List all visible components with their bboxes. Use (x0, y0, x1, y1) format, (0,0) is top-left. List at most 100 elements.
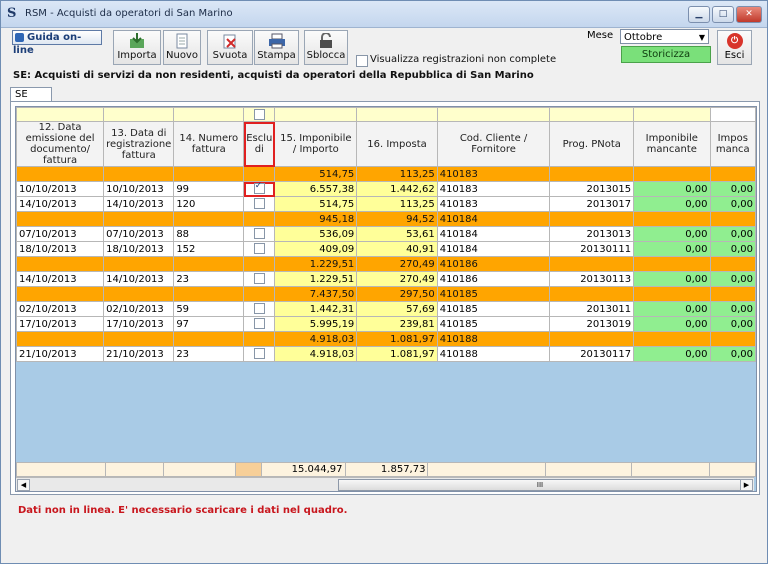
codice-cell[interactable]: 410186 (436, 271, 551, 287)
table-row[interactable]: 17/10/2013 17/10/2013 97 5.995,19 239,81 4101… (16, 316, 756, 332)
imponibile-mancante-cell[interactable]: 0,00 (633, 346, 711, 362)
table-row[interactable]: 18/10/2013 18/10/2013 152 409,09 40,91 410184… (16, 241, 756, 257)
group-row[interactable]: 4.918,03 1.081,97 410188 (16, 331, 756, 347)
numero-fattura-cell[interactable]: 152 (173, 241, 245, 257)
data-emissione-cell[interactable]: 14/10/2013 (16, 271, 105, 287)
pnota-cell[interactable]: 2013013 (549, 226, 635, 242)
data-registrazione-cell[interactable]: 14/10/2013 (103, 271, 175, 287)
imposta-mancante-cell[interactable]: 0,00 (709, 226, 756, 242)
data-emissione-cell[interactable]: 14/10/2013 (16, 196, 105, 212)
imponibile-mancante-cell[interactable]: 0,00 (633, 301, 711, 317)
filter-cell[interactable] (356, 107, 438, 122)
filter-cell[interactable] (274, 107, 358, 122)
table-row[interactable]: 14/10/2013 14/10/2013 120 514,75 113,25 41018… (16, 196, 756, 212)
data-emissione-cell[interactable]: 02/10/2013 (16, 301, 105, 317)
filter-cell[interactable] (549, 107, 635, 122)
numero-fattura-cell[interactable]: 88 (173, 226, 245, 242)
imponibile-cell[interactable]: 536,09 (274, 226, 358, 242)
filter-cell[interactable] (16, 107, 105, 122)
exclude-checkbox[interactable] (253, 348, 265, 360)
exclude-cell[interactable] (243, 271, 276, 287)
data-emissione-cell[interactable]: 21/10/2013 (16, 346, 105, 362)
scroll-left-arrow-icon[interactable]: ◀ (17, 479, 30, 491)
data-registrazione-cell[interactable]: 14/10/2013 (103, 196, 175, 212)
data-registrazione-cell[interactable]: 10/10/2013 (103, 181, 175, 197)
imponibile-cell[interactable]: 5.995,19 (274, 316, 358, 332)
close-button[interactable]: ✕ (736, 6, 762, 23)
codice-cell[interactable]: 410185 (436, 301, 551, 317)
exclude-checkbox[interactable] (253, 273, 265, 285)
exclude-cell[interactable] (243, 241, 276, 257)
codice-cell[interactable]: 410188 (436, 346, 551, 362)
table-row[interactable]: 14/10/2013 14/10/2013 23 1.229,51 270,49 4101… (16, 271, 756, 287)
group-row[interactable]: 1.229,51 270,49 410186 (16, 256, 756, 272)
imponibile-cell[interactable]: 1.229,51 (274, 271, 358, 287)
imponibile-cell[interactable]: 409,09 (274, 241, 358, 257)
codice-cell[interactable]: 410183 (436, 196, 551, 212)
exit-button[interactable]: ⏻ Esci (717, 30, 752, 65)
imponibile-mancante-cell[interactable]: 0,00 (633, 226, 711, 242)
pnota-cell[interactable]: 2013019 (549, 316, 635, 332)
imponibile-mancante-cell[interactable]: 0,00 (633, 181, 711, 197)
codice-cell[interactable]: 410184 (436, 241, 551, 257)
numero-fattura-cell[interactable]: 120 (173, 196, 245, 212)
clear-button[interactable]: Svuota (207, 30, 253, 65)
imponibile-cell[interactable]: 1.442,31 (274, 301, 358, 317)
group-row[interactable]: 945,18 94,52 410184 (16, 211, 756, 227)
numero-fattura-cell[interactable]: 99 (173, 181, 245, 197)
tab-se[interactable]: SE (10, 87, 52, 102)
pnota-cell[interactable]: 20130111 (549, 241, 635, 257)
imposta-mancante-cell[interactable]: 0,00 (709, 346, 756, 362)
data-emissione-cell[interactable]: 17/10/2013 (16, 316, 105, 332)
imponibile-mancante-cell[interactable]: 0,00 (633, 271, 711, 287)
codice-cell[interactable]: 410185 (436, 316, 551, 332)
pnota-cell[interactable]: 20130113 (549, 271, 635, 287)
table-row[interactable]: 07/10/2013 07/10/2013 88 536,09 53,61 410184 2… (16, 226, 756, 242)
exclude-cell[interactable] (243, 196, 276, 212)
print-button[interactable]: Stampa (254, 30, 299, 65)
data-registrazione-cell[interactable]: 07/10/2013 (103, 226, 175, 242)
pnota-cell[interactable]: 2013017 (549, 196, 635, 212)
exclude-checkbox[interactable] (253, 228, 265, 240)
filter-cell[interactable] (173, 107, 245, 122)
imposta-mancante-cell[interactable]: 0,00 (709, 271, 756, 287)
exclude-cell[interactable] (243, 316, 276, 332)
horizontal-scrollbar[interactable]: ◀ III ▶ (16, 477, 754, 491)
table-row[interactable]: 21/10/2013 21/10/2013 23 4.918,03 1.081,97 41… (16, 346, 756, 362)
new-button[interactable]: Nuovo (163, 30, 201, 65)
pnota-cell[interactable]: 2013011 (549, 301, 635, 317)
imponibile-cell[interactable]: 514,75 (274, 196, 358, 212)
data-emissione-cell[interactable]: 10/10/2013 (16, 181, 105, 197)
data-emissione-cell[interactable]: 07/10/2013 (16, 226, 105, 242)
filter-cell[interactable] (436, 107, 551, 122)
imponibile-cell[interactable]: 4.918,03 (274, 346, 358, 362)
pnota-cell[interactable]: 20130117 (549, 346, 635, 362)
exclude-checkbox[interactable] (253, 303, 265, 315)
data-emissione-cell[interactable]: 18/10/2013 (16, 241, 105, 257)
filter-cell[interactable] (103, 107, 175, 122)
data-registrazione-cell[interactable]: 02/10/2013 (103, 301, 175, 317)
imposta-cell[interactable]: 239,81 (356, 316, 438, 332)
filter-exclude-checkbox[interactable] (253, 108, 265, 120)
codice-cell[interactable]: 410183 (436, 181, 551, 197)
minimize-button[interactable]: ▁ (688, 6, 710, 23)
storicizza-button[interactable]: Storicizza (621, 46, 711, 63)
filter-cell[interactable] (633, 107, 711, 122)
imponibile-mancante-cell[interactable]: 0,00 (633, 316, 711, 332)
table-row[interactable]: 10/10/201310/10/2013996.557,381.442,6241… (16, 181, 756, 197)
col-header-data-emissione[interactable]: 12. Data emissione del documento/ fattur… (16, 121, 105, 167)
col-header-pnota[interactable]: Prog. PNota (549, 121, 635, 167)
data-registrazione-cell[interactable]: 17/10/2013 (103, 316, 175, 332)
imposta-cell[interactable]: 270,49 (356, 271, 438, 287)
exclude-checkbox[interactable] (253, 183, 265, 195)
col-header-imponibile[interactable]: 15. Imponibile / Importo (274, 121, 358, 167)
exclude-cell[interactable] (243, 226, 276, 242)
group-row[interactable]: 7.437,50 297,50 410185 (16, 286, 756, 302)
exclude-checkbox[interactable] (253, 243, 265, 255)
scroll-right-arrow-icon[interactable]: ▶ (740, 479, 753, 491)
col-header-numero-fattura[interactable]: 14. Numero fattura (173, 121, 245, 167)
imposta-cell[interactable]: 53,61 (356, 226, 438, 242)
table-row[interactable]: 02/10/2013 02/10/2013 59 1.442,31 57,69 41018… (16, 301, 756, 317)
imposta-cell[interactable]: 113,25 (356, 196, 438, 212)
exclude-cell[interactable] (243, 181, 276, 197)
